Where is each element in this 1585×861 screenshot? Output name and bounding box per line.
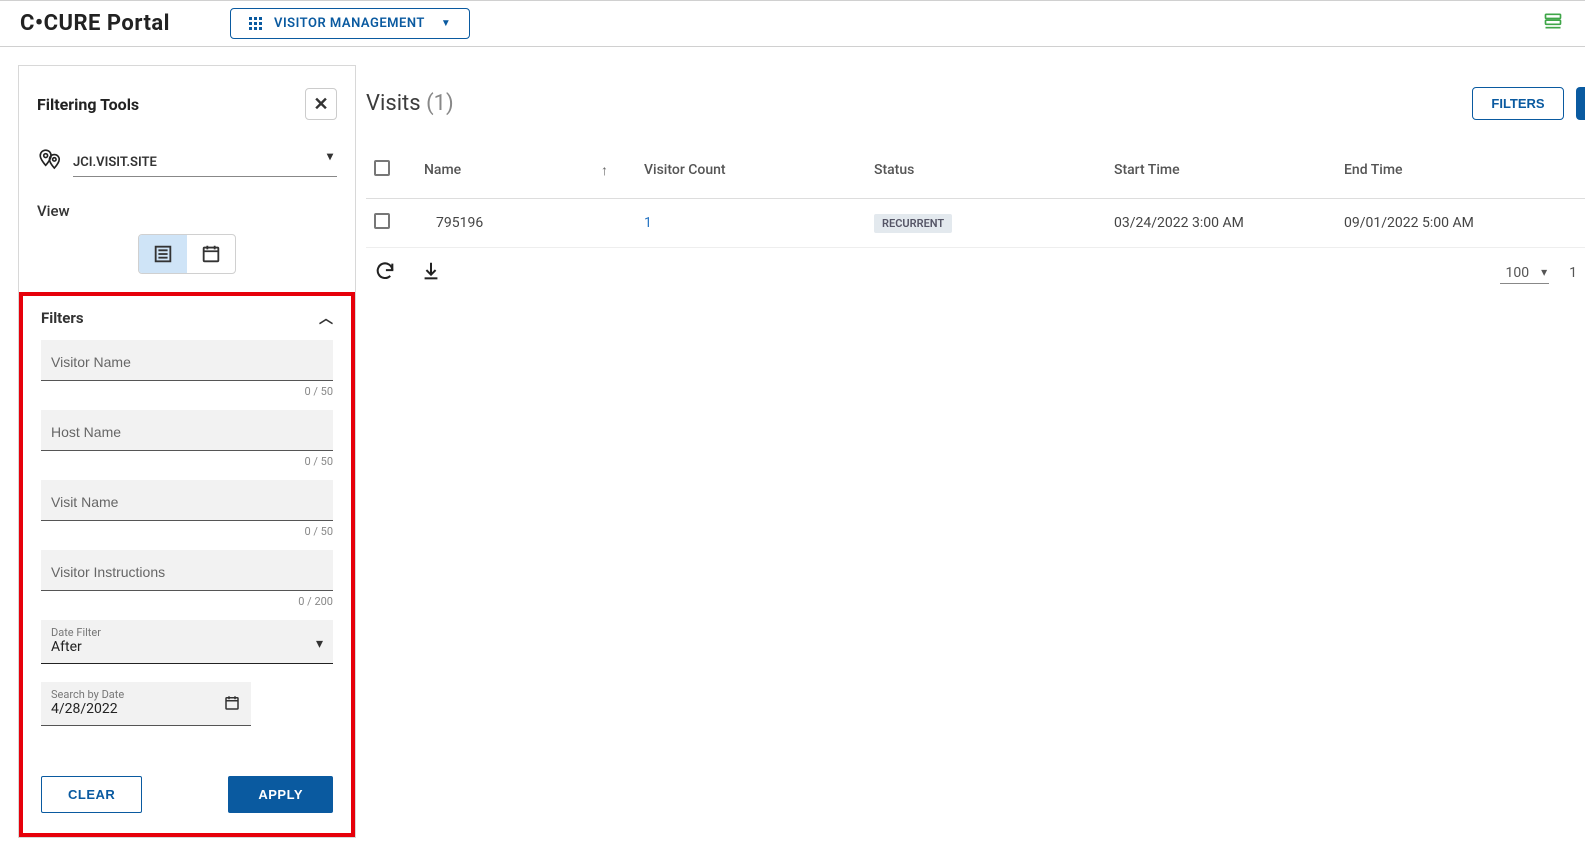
- host-name-input[interactable]: [41, 410, 333, 451]
- close-icon: ✕: [313, 94, 328, 115]
- grid-icon: [249, 17, 262, 30]
- visits-count: (1): [426, 91, 454, 116]
- open-filters-button[interactable]: FILTERS: [1472, 87, 1563, 120]
- status-badge: RECURRENT: [874, 214, 952, 233]
- visitor-name-input[interactable]: [41, 340, 333, 381]
- col-status[interactable]: Status: [866, 150, 1106, 199]
- truncated-action-button[interactable]: A: [1576, 87, 1585, 120]
- visits-table: Name ↑ Visitor Count Status Start Time E…: [366, 150, 1585, 248]
- search-by-date-input[interactable]: Search by Date 4/28/2022: [41, 682, 251, 726]
- sort-asc-icon[interactable]: ↑: [601, 162, 608, 179]
- apply-button[interactable]: APPLY: [228, 776, 333, 813]
- page-size-select[interactable]: 100: [1500, 263, 1550, 284]
- view-section-label: View: [37, 202, 337, 220]
- filters-section: Filters ︿ 0 / 50 0 / 50 0 / 50 0 / 200: [19, 292, 355, 837]
- cell-name: 795196: [416, 199, 636, 248]
- col-start-time[interactable]: Start Time: [1106, 150, 1336, 199]
- panel-title: Filtering Tools: [37, 95, 139, 114]
- cell-start-time: 03/24/2022 3:00 AM: [1106, 199, 1336, 248]
- module-label: VISITOR MANAGEMENT: [274, 16, 425, 31]
- visit-name-counter: 0 / 50: [41, 525, 333, 538]
- refresh-button[interactable]: [374, 260, 396, 286]
- visit-name-input[interactable]: [41, 480, 333, 521]
- col-end-time[interactable]: End Time: [1336, 150, 1585, 199]
- calendar-view-icon: [200, 243, 222, 265]
- table-row[interactable]: 795196 1 RECURRENT 03/24/2022 3:00 AM 09…: [366, 199, 1585, 248]
- site-select[interactable]: JCI.VISIT.SITE: [73, 149, 337, 177]
- download-icon: [420, 260, 442, 282]
- location-pins-icon: [37, 148, 63, 178]
- calendar-icon: [223, 694, 241, 716]
- top-bar: C•CURE Portal VISITOR MANAGEMENT ▼: [0, 0, 1585, 47]
- chevron-up-icon: ︿: [319, 311, 333, 327]
- content-area: Visits (1) FILTERS A Name ↑ Vis: [356, 47, 1585, 298]
- filter-panel: Filtering Tools ✕ JCI.VISIT.SITE View: [18, 65, 356, 838]
- view-list-button[interactable]: [139, 235, 187, 273]
- filters-title: Filters: [41, 309, 84, 327]
- list-view-icon: [152, 243, 174, 265]
- visitor-instructions-input[interactable]: [41, 550, 333, 591]
- page-number: 1: [1569, 265, 1577, 281]
- visitor-instructions-counter: 0 / 200: [41, 595, 333, 608]
- page-title: Visits (1): [366, 91, 454, 116]
- select-all-checkbox[interactable]: [374, 160, 390, 176]
- clear-button[interactable]: CLEAR: [41, 776, 142, 813]
- host-name-counter: 0 / 50: [41, 455, 333, 468]
- brand-title: C•CURE Portal: [20, 11, 170, 36]
- col-name[interactable]: Name: [424, 162, 461, 178]
- view-calendar-button[interactable]: [187, 235, 235, 273]
- refresh-icon: [374, 260, 396, 282]
- col-visitor-count[interactable]: Visitor Count: [636, 150, 866, 199]
- chevron-down-icon: ▼: [441, 18, 451, 29]
- collapse-filters-button[interactable]: ︿: [319, 308, 333, 328]
- cell-end-time: 09/01/2022 5:00 AM: [1336, 199, 1585, 248]
- visitor-name-counter: 0 / 50: [41, 385, 333, 398]
- download-button[interactable]: [420, 260, 442, 286]
- server-status-icon[interactable]: [1543, 11, 1563, 37]
- date-filter-select[interactable]: Date Filter After: [41, 620, 333, 664]
- close-panel-button[interactable]: ✕: [305, 88, 337, 120]
- visitor-count-link[interactable]: 1: [644, 215, 652, 231]
- row-checkbox[interactable]: [374, 213, 390, 229]
- module-dropdown[interactable]: VISITOR MANAGEMENT ▼: [230, 8, 470, 39]
